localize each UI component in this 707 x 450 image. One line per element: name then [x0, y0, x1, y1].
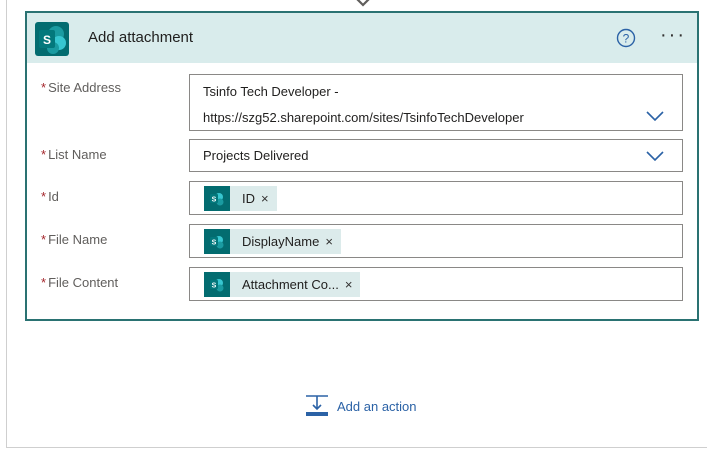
list-name-label-text: List Name — [48, 147, 107, 162]
sharepoint-token-icon: S — [204, 186, 230, 211]
file-name-label-text: File Name — [48, 232, 108, 247]
file-name-input[interactable]: S DisplayName × — [189, 224, 683, 258]
sharepoint-token-icon: S — [204, 229, 230, 254]
token-label: ID — [242, 191, 255, 206]
sharepoint-icon: S — [210, 278, 224, 291]
list-name-dropdown[interactable]: Projects Delivered — [189, 139, 683, 172]
token-label: DisplayName — [242, 234, 320, 249]
add-attachment-action-card[interactable]: S Add attachment ? ··· * Site Address Tsi… — [25, 11, 699, 321]
sharepoint-icon: S — [35, 22, 69, 56]
id-input[interactable]: S ID × — [189, 181, 683, 215]
required-mark: * — [41, 275, 47, 290]
insert-step-icon — [306, 395, 328, 416]
required-mark: * — [41, 232, 47, 247]
site-address-value-line2: https://szg52.sharepoint.com/sites/Tsinf… — [203, 110, 524, 125]
site-address-label-text: Site Address — [48, 80, 122, 95]
chevron-down-icon[interactable] — [646, 111, 664, 121]
more-ellipsis-icon[interactable]: ··· — [660, 25, 686, 45]
list-name-value: Projects Delivered — [203, 148, 309, 163]
svg-text:?: ? — [623, 32, 630, 46]
dynamic-content-token[interactable]: S DisplayName × — [204, 229, 341, 254]
id-label-text: Id — [48, 189, 59, 204]
add-an-action-button[interactable]: Add an action — [305, 394, 417, 418]
remove-token-button[interactable]: × — [345, 277, 353, 292]
help-circle-icon[interactable]: ? — [616, 28, 636, 48]
svg-text:S: S — [212, 282, 217, 289]
id-label: * Id — [41, 189, 59, 204]
remove-token-button[interactable]: × — [261, 191, 269, 206]
list-name-label: * List Name — [41, 147, 107, 162]
file-content-input[interactable]: S Attachment Co... × — [189, 267, 683, 301]
card-title: Add attachment — [88, 29, 194, 46]
sharepoint-icon: S — [210, 235, 224, 248]
sharepoint-token-icon: S — [204, 272, 230, 297]
dynamic-content-token[interactable]: S Attachment Co... × — [204, 272, 361, 297]
svg-text:S: S — [212, 239, 217, 246]
file-name-label: * File Name — [41, 232, 107, 247]
svg-text:S: S — [212, 196, 217, 203]
site-address-value-line1: Tsinfo Tech Developer - — [203, 84, 339, 99]
card-header[interactable]: S Add attachment ? ··· — [27, 13, 697, 63]
site-address-dropdown[interactable]: Tsinfo Tech Developer - https://szg52.sh… — [189, 74, 683, 131]
add-an-action-label: Add an action — [337, 398, 417, 414]
token-label: Attachment Co... — [242, 277, 339, 292]
svg-text:S: S — [43, 33, 51, 47]
site-address-label: * Site Address — [41, 80, 121, 95]
chevron-down-icon[interactable] — [646, 151, 664, 161]
file-content-label: * File Content — [41, 275, 118, 290]
sharepoint-icon: S — [210, 192, 224, 205]
remove-token-button[interactable]: × — [325, 234, 333, 249]
required-mark: * — [41, 189, 47, 204]
required-mark: * — [41, 147, 47, 162]
file-content-label-text: File Content — [48, 275, 119, 290]
dynamic-content-token[interactable]: S ID × — [204, 186, 277, 211]
required-mark: * — [41, 80, 47, 95]
connector-arrow-icon — [356, 0, 370, 7]
